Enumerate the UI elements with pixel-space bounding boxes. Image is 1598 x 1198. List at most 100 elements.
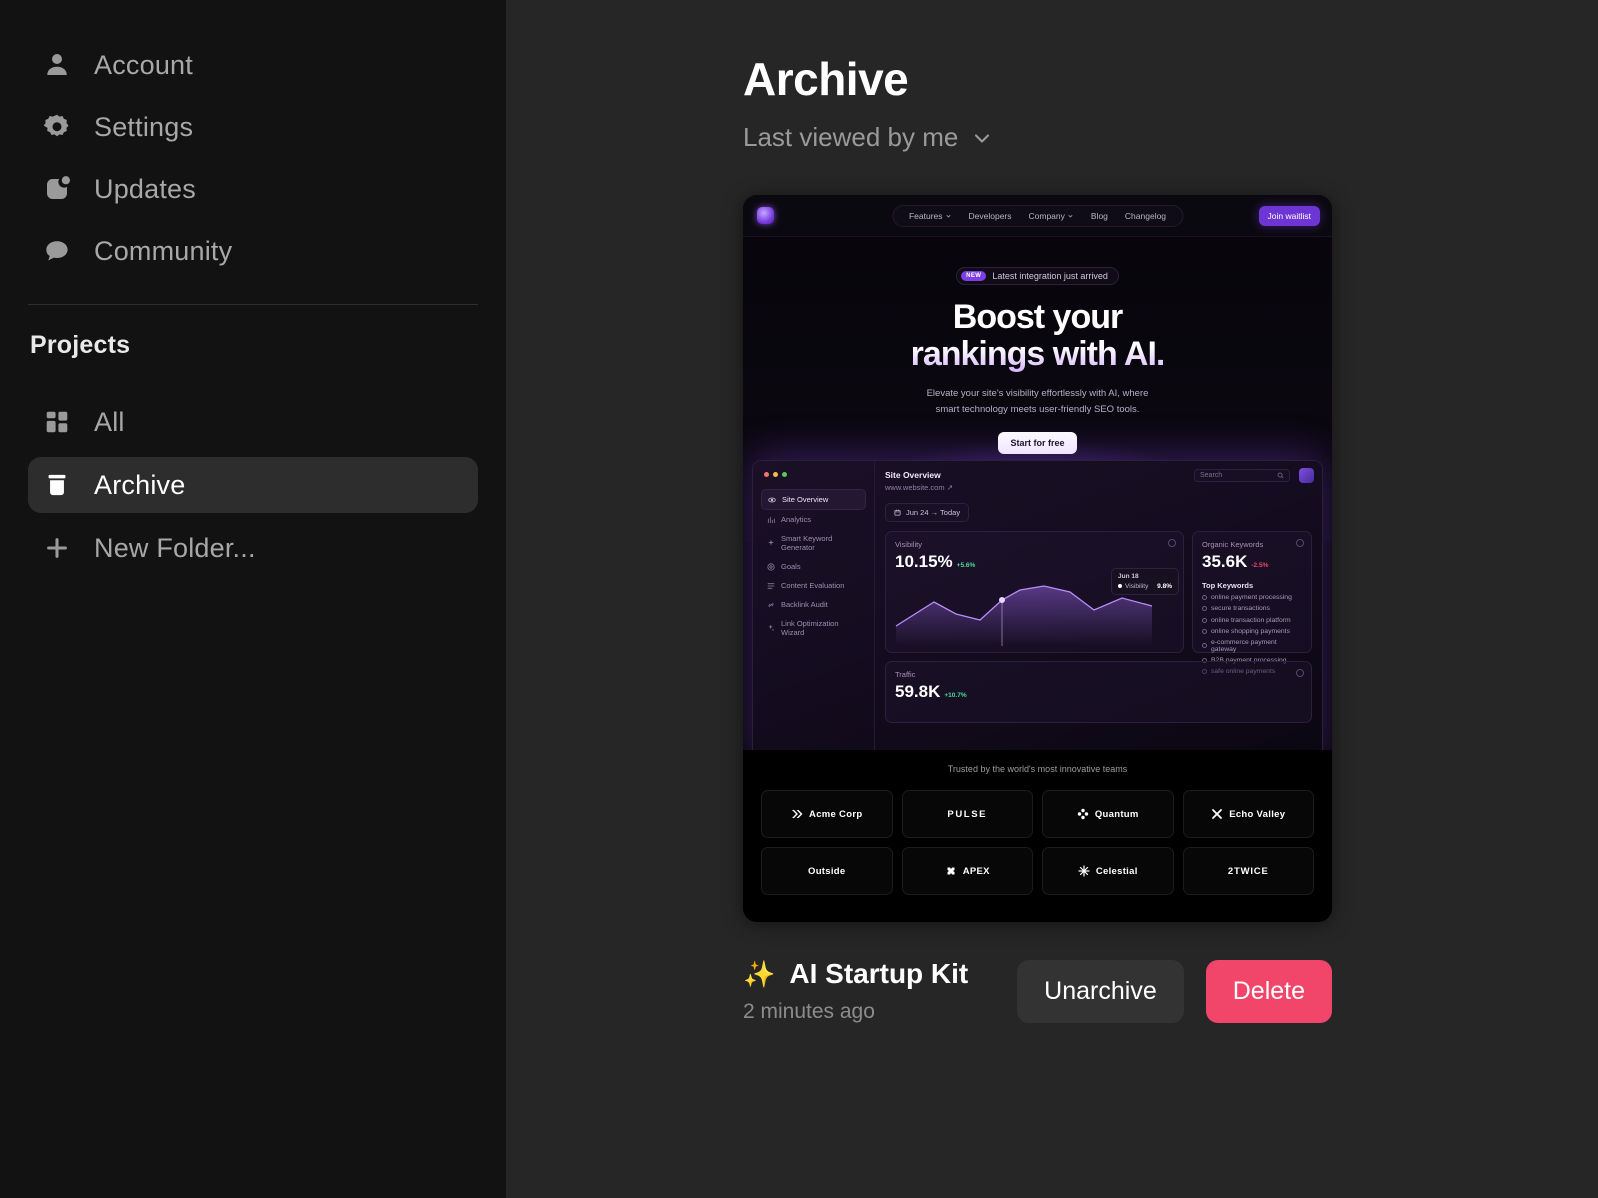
keyword-row: online payment processing xyxy=(1202,594,1302,601)
sidebar-item-settings[interactable]: Settings xyxy=(28,96,478,158)
logo-label: Quantum xyxy=(1094,808,1139,820)
project-card: Features Developers Company Blog Changel… xyxy=(743,195,1332,1024)
keyword-label: secure transactions xyxy=(1211,605,1270,613)
sidebar-item-community[interactable]: Community xyxy=(28,220,478,282)
trusted-heading: Trusted by the world's most innovative t… xyxy=(947,764,1128,774)
card-footer: ✨ AI Startup Kit 2 minutes ago Unarchive… xyxy=(743,958,1332,1024)
date-range-label: Jun 24 → Today xyxy=(906,508,961,517)
logo-acme-corp: Acme Corp xyxy=(761,790,893,838)
hero-subheadline: Elevate your site's visibility effortles… xyxy=(743,386,1332,416)
sidebar-item-label: Archive xyxy=(94,469,186,500)
hero-headline-line1: Boost your xyxy=(952,298,1123,336)
top-keywords-label: Top Keywords xyxy=(1202,581,1254,590)
date-range-picker[interactable]: Jun 24 → Today xyxy=(885,503,970,522)
keyword-row: online shopping payments xyxy=(1202,628,1302,635)
logo-pulse: PULSE xyxy=(901,790,1033,838)
trusted-section: Trusted by the world's most innovative t… xyxy=(743,750,1332,922)
clover-icon xyxy=(1077,808,1089,820)
card-timestamp: 2 minutes ago xyxy=(743,1000,875,1023)
nav-link-label: Features xyxy=(908,210,943,221)
keyword-bullet-icon xyxy=(1202,628,1207,634)
dash-item-label: Content Evaluation xyxy=(781,581,845,590)
sidebar-item-label: New Folder... xyxy=(94,532,256,563)
logo-celestial: Celestial xyxy=(1042,847,1174,895)
dash-item-analytics[interactable]: Analytics xyxy=(761,510,866,529)
logo-label: Celestial xyxy=(1095,865,1138,877)
sidebar-item-new-folder[interactable]: New Folder... xyxy=(28,520,478,576)
dash-item-goals[interactable]: Goals xyxy=(761,557,866,576)
nav-link-features[interactable]: Features xyxy=(909,211,952,221)
calendar-icon xyxy=(894,509,901,516)
dash-item-label: Link Optimization Wizard xyxy=(781,619,839,637)
nav-link-blog[interactable]: Blog xyxy=(1091,211,1108,221)
project-thumbnail[interactable]: Features Developers Company Blog Changel… xyxy=(743,195,1332,922)
dash-item-content-evaluation[interactable]: Content Evaluation xyxy=(761,576,866,595)
traffic-label: Traffic xyxy=(895,670,916,679)
panel-options-icon[interactable] xyxy=(1296,669,1304,677)
visibility-value: 10.15% xyxy=(895,552,953,571)
page-title: Archive xyxy=(743,53,909,105)
traffic-value-row: 59.8K +10.7% xyxy=(895,682,1302,702)
sidebar-item-label: Settings xyxy=(94,111,194,142)
search-placeholder: Search xyxy=(1200,472,1223,479)
logo-apex: APEX xyxy=(901,847,1033,895)
sidebar-item-updates[interactable]: Updates xyxy=(28,158,478,220)
gear-icon xyxy=(42,112,72,142)
keyword-row: online transaction platform xyxy=(1202,617,1302,624)
logo-echo-valley: Echo Valley xyxy=(1182,790,1314,838)
panel-options-icon[interactable] xyxy=(1168,539,1176,547)
organic-label: Organic Keywords xyxy=(1202,540,1264,549)
start-for-free-button[interactable]: Start for free xyxy=(998,431,1077,454)
dash-item-site-overview[interactable]: Site Overview xyxy=(761,489,866,510)
dashboard-sidebar: Site Overview Analytics Smart Keyword Ge… xyxy=(753,461,875,768)
chart-tooltip: Jun 18 Visibility 9.8% xyxy=(1111,568,1179,595)
sidebar-item-account[interactable]: Account xyxy=(28,34,478,96)
keyword-label: online shopping payments xyxy=(1211,627,1290,635)
chevrons-right-icon xyxy=(792,810,803,818)
sparkle-star-icon xyxy=(1078,865,1090,877)
main-content: Archive Last viewed by me Features Devel… xyxy=(506,0,1598,1198)
join-waitlist-button[interactable]: Join waitlist xyxy=(1258,205,1320,226)
x-mark-icon xyxy=(1212,809,1223,819)
logo-label: Echo Valley xyxy=(1229,808,1286,820)
sidebar-item-archive[interactable]: Archive xyxy=(28,457,478,513)
dash-item-label: Site Overview xyxy=(782,495,829,504)
traffic-value: 59.8K xyxy=(895,682,941,701)
dash-item-backlink-audit[interactable]: Backlink Audit xyxy=(761,595,866,614)
traffic-panel: Traffic 59.8K +10.7% xyxy=(885,661,1312,723)
dashboard-url[interactable]: www.website.com ↗ xyxy=(885,483,1312,492)
organic-delta: -2.5% xyxy=(1251,562,1269,569)
delete-button[interactable]: Delete xyxy=(1205,959,1332,1023)
logo-outside: Outside xyxy=(761,847,893,895)
updates-icon xyxy=(42,174,72,204)
sidebar: Account Settings Updates Community Proje… xyxy=(0,0,506,1198)
hero-sub-line1: Elevate your site's visibility effortles… xyxy=(926,388,1149,400)
logo-2twice: 2TWICE xyxy=(1182,847,1314,895)
tooltip-row: Visibility 9.8% xyxy=(1118,583,1172,590)
dashboard-url-text: www.website.com xyxy=(885,483,945,492)
visibility-panel: Visibility 10.15% +5.6% Jun 18 Visibilit… xyxy=(885,531,1184,653)
sparkles-icon: ✨ xyxy=(743,958,776,989)
logo-label: Outside xyxy=(808,865,846,877)
panel-options-icon[interactable] xyxy=(1296,539,1304,547)
dashboard-search-input[interactable]: Search xyxy=(1194,469,1290,482)
dashboard-avatar[interactable] xyxy=(1299,468,1314,483)
badge-new-tag: NEW xyxy=(961,271,987,281)
dash-item-link-optimization-wizard[interactable]: Link Optimization Wizard xyxy=(761,614,866,642)
card-title-row: ✨ AI Startup Kit xyxy=(743,958,1017,990)
traffic-delta: +10.7% xyxy=(944,692,967,699)
sidebar-item-all[interactable]: All xyxy=(28,394,478,450)
person-icon xyxy=(42,50,72,80)
nav-link-company[interactable]: Company xyxy=(1029,211,1074,221)
sort-dropdown[interactable]: Last viewed by me xyxy=(743,122,994,153)
dash-item-smart-keyword-generator[interactable]: Smart Keyword Generator xyxy=(761,529,866,557)
hero-headline: Boost your rankings with AI. xyxy=(743,299,1332,372)
dash-item-label: Smart Keyword Generator xyxy=(781,534,833,552)
unarchive-button[interactable]: Unarchive xyxy=(1017,959,1184,1023)
nav-link-label: Company xyxy=(1028,210,1065,221)
dash-item-label: Analytics xyxy=(781,515,812,524)
organic-keywords-panel: Organic Keywords 35.6K -2.5% Top Keyword… xyxy=(1192,531,1312,675)
nav-link-developers[interactable]: Developers xyxy=(969,211,1012,221)
nav-link-changelog[interactable]: Changelog xyxy=(1125,211,1166,221)
dashboard-date-row: Jun 24 → Today xyxy=(885,503,1312,522)
